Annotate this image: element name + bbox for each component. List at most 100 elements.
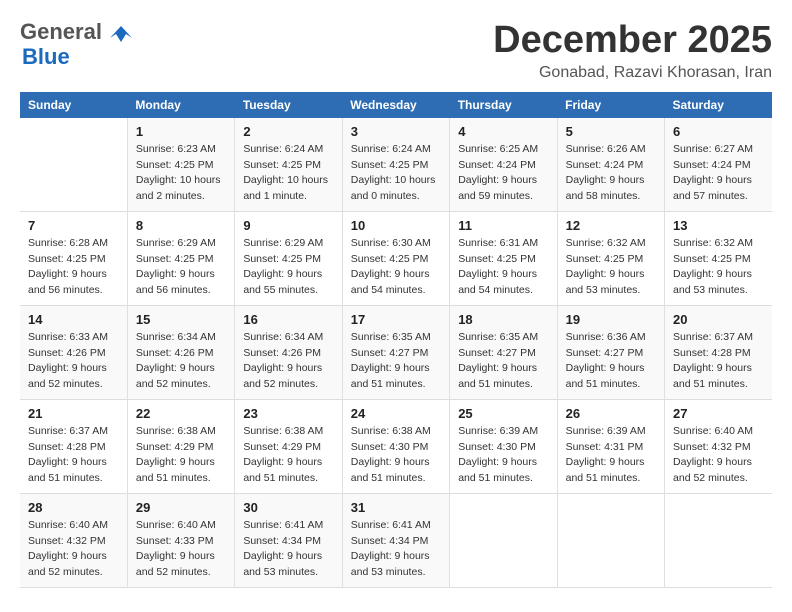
day-info: Sunrise: 6:24 AMSunset: 4:25 PMDaylight:… bbox=[351, 142, 441, 205]
day-number: 26 bbox=[566, 406, 656, 421]
day-cell: 16 Sunrise: 6:34 AMSunset: 4:26 PMDayligh… bbox=[235, 305, 342, 399]
day-cell: 13Sunrise: 6:32 AMSunset: 4:25 PMDayligh… bbox=[665, 211, 772, 305]
day-number: 22 bbox=[136, 406, 226, 421]
day-cell: 24 Sunrise: 6:38 AMSunset: 4:30 PMDayligh… bbox=[342, 399, 449, 493]
location: Gonabad, Razavi Khorasan, Iran bbox=[493, 64, 772, 82]
day-info: Sunrise: 6:34 AMSunset: 4:26 PMDaylight:… bbox=[136, 330, 226, 393]
day-number: 20 bbox=[673, 312, 764, 327]
day-cell bbox=[665, 493, 772, 587]
day-cell: 12 Sunrise: 6:32 AMSunset: 4:25 PMDayligh… bbox=[557, 211, 664, 305]
day-cell bbox=[450, 493, 557, 587]
day-info: Sunrise: 6:41 AMSunset: 4:34 PMDaylight:… bbox=[351, 518, 441, 581]
col-header-wednesday: Wednesday bbox=[342, 92, 449, 118]
logo-text: General bbox=[20, 20, 132, 44]
col-header-thursday: Thursday bbox=[450, 92, 557, 118]
day-number: 21 bbox=[28, 406, 119, 421]
day-number: 10 bbox=[351, 218, 441, 233]
logo-bird-icon bbox=[110, 24, 132, 42]
week-row-5: 28Sunrise: 6:40 AMSunset: 4:32 PMDayligh… bbox=[20, 493, 772, 587]
day-number: 5 bbox=[566, 124, 656, 139]
day-number: 28 bbox=[28, 500, 119, 515]
day-number: 29 bbox=[136, 500, 226, 515]
day-cell: 23 Sunrise: 6:38 AMSunset: 4:29 PMDayligh… bbox=[235, 399, 342, 493]
day-cell: 22 Sunrise: 6:38 AMSunset: 4:29 PMDayligh… bbox=[127, 399, 234, 493]
day-info: Sunrise: 6:37 AMSunset: 4:28 PMDaylight:… bbox=[673, 330, 764, 393]
day-info: Sunrise: 6:29 AMSunset: 4:25 PMDaylight:… bbox=[136, 236, 226, 299]
day-number: 14 bbox=[28, 312, 119, 327]
day-number: 17 bbox=[351, 312, 441, 327]
day-cell: 6Sunrise: 6:27 AMSunset: 4:24 PMDaylight… bbox=[665, 118, 772, 212]
day-info: Sunrise: 6:32 AMSunset: 4:25 PMDaylight:… bbox=[673, 236, 764, 299]
day-cell: 15Sunrise: 6:34 AMSunset: 4:26 PMDayligh… bbox=[127, 305, 234, 399]
week-row-2: 7Sunrise: 6:28 AMSunset: 4:25 PMDaylight… bbox=[20, 211, 772, 305]
day-info: Sunrise: 6:36 AMSunset: 4:27 PMDaylight:… bbox=[566, 330, 656, 393]
day-number: 18 bbox=[458, 312, 548, 327]
day-number: 23 bbox=[243, 406, 333, 421]
day-number: 24 bbox=[351, 406, 441, 421]
day-number: 12 bbox=[566, 218, 656, 233]
day-info: Sunrise: 6:32 AMSunset: 4:25 PMDaylight:… bbox=[566, 236, 656, 299]
month-title: December 2025 bbox=[493, 20, 772, 62]
day-number: 3 bbox=[351, 124, 441, 139]
day-number: 27 bbox=[673, 406, 764, 421]
day-cell: 1 Sunrise: 6:23 AMSunset: 4:25 PMDaylight… bbox=[127, 118, 234, 212]
calendar-header-row: SundayMondayTuesdayWednesdayThursdayFrid… bbox=[20, 92, 772, 118]
day-info: Sunrise: 6:40 AMSunset: 4:32 PMDaylight:… bbox=[673, 424, 764, 487]
day-info: Sunrise: 6:23 AMSunset: 4:25 PMDaylight:… bbox=[136, 142, 226, 205]
calendar-table: SundayMondayTuesdayWednesdayThursdayFrid… bbox=[20, 92, 772, 588]
day-info: Sunrise: 6:38 AMSunset: 4:29 PMDaylight:… bbox=[136, 424, 226, 487]
day-number: 16 bbox=[243, 312, 333, 327]
day-number: 9 bbox=[243, 218, 333, 233]
day-info: Sunrise: 6:35 AMSunset: 4:27 PMDaylight:… bbox=[351, 330, 441, 393]
day-number: 1 bbox=[136, 124, 226, 139]
day-number: 25 bbox=[458, 406, 548, 421]
day-number: 31 bbox=[351, 500, 441, 515]
day-cell: 18Sunrise: 6:35 AMSunset: 4:27 PMDayligh… bbox=[450, 305, 557, 399]
day-cell: 20 Sunrise: 6:37 AMSunset: 4:28 PMDayligh… bbox=[665, 305, 772, 399]
week-row-4: 21 Sunrise: 6:37 AMSunset: 4:28 PMDayligh… bbox=[20, 399, 772, 493]
day-info: Sunrise: 6:40 AMSunset: 4:33 PMDaylight:… bbox=[136, 518, 226, 581]
col-header-monday: Monday bbox=[127, 92, 234, 118]
col-header-saturday: Saturday bbox=[665, 92, 772, 118]
day-info: Sunrise: 6:37 AMSunset: 4:28 PMDaylight:… bbox=[28, 424, 119, 487]
day-number: 30 bbox=[243, 500, 333, 515]
day-cell: 19 Sunrise: 6:36 AMSunset: 4:27 PMDayligh… bbox=[557, 305, 664, 399]
logo: General Blue bbox=[20, 20, 132, 70]
day-info: Sunrise: 6:30 AMSunset: 4:25 PMDaylight:… bbox=[351, 236, 441, 299]
day-info: Sunrise: 6:34 AMSunset: 4:26 PMDaylight:… bbox=[243, 330, 333, 393]
day-number: 11 bbox=[458, 218, 548, 233]
title-section: December 2025 Gonabad, Razavi Khorasan, … bbox=[493, 20, 772, 82]
day-cell: 30 Sunrise: 6:41 AMSunset: 4:34 PMDayligh… bbox=[235, 493, 342, 587]
day-cell: 29 Sunrise: 6:40 AMSunset: 4:33 PMDayligh… bbox=[127, 493, 234, 587]
day-cell bbox=[557, 493, 664, 587]
day-number: 19 bbox=[566, 312, 656, 327]
day-number: 4 bbox=[458, 124, 548, 139]
day-info: Sunrise: 6:26 AMSunset: 4:24 PMDaylight:… bbox=[566, 142, 656, 205]
day-info: Sunrise: 6:25 AMSunset: 4:24 PMDaylight:… bbox=[458, 142, 548, 205]
day-cell: 10 Sunrise: 6:30 AMSunset: 4:25 PMDayligh… bbox=[342, 211, 449, 305]
day-info: Sunrise: 6:27 AMSunset: 4:24 PMDaylight:… bbox=[673, 142, 764, 205]
day-cell: 14 Sunrise: 6:33 AMSunset: 4:26 PMDayligh… bbox=[20, 305, 127, 399]
day-info: Sunrise: 6:38 AMSunset: 4:30 PMDaylight:… bbox=[351, 424, 441, 487]
day-cell: 28Sunrise: 6:40 AMSunset: 4:32 PMDayligh… bbox=[20, 493, 127, 587]
day-info: Sunrise: 6:38 AMSunset: 4:29 PMDaylight:… bbox=[243, 424, 333, 487]
day-number: 7 bbox=[28, 218, 119, 233]
col-header-tuesday: Tuesday bbox=[235, 92, 342, 118]
day-cell: 11Sunrise: 6:31 AMSunset: 4:25 PMDayligh… bbox=[450, 211, 557, 305]
day-info: Sunrise: 6:33 AMSunset: 4:26 PMDaylight:… bbox=[28, 330, 119, 393]
week-row-3: 14 Sunrise: 6:33 AMSunset: 4:26 PMDayligh… bbox=[20, 305, 772, 399]
day-info: Sunrise: 6:41 AMSunset: 4:34 PMDaylight:… bbox=[243, 518, 333, 581]
day-info: Sunrise: 6:39 AMSunset: 4:31 PMDaylight:… bbox=[566, 424, 656, 487]
day-cell: 8 Sunrise: 6:29 AMSunset: 4:25 PMDaylight… bbox=[127, 211, 234, 305]
day-info: Sunrise: 6:24 AMSunset: 4:25 PMDaylight:… bbox=[243, 142, 333, 205]
day-cell bbox=[20, 118, 127, 212]
day-cell: 7Sunrise: 6:28 AMSunset: 4:25 PMDaylight… bbox=[20, 211, 127, 305]
day-cell: 25 Sunrise: 6:39 AMSunset: 4:30 PMDayligh… bbox=[450, 399, 557, 493]
day-info: Sunrise: 6:39 AMSunset: 4:30 PMDaylight:… bbox=[458, 424, 548, 487]
day-cell: 17 Sunrise: 6:35 AMSunset: 4:27 PMDayligh… bbox=[342, 305, 449, 399]
day-cell: 3 Sunrise: 6:24 AMSunset: 4:25 PMDaylight… bbox=[342, 118, 449, 212]
day-cell: 21 Sunrise: 6:37 AMSunset: 4:28 PMDayligh… bbox=[20, 399, 127, 493]
page-header: General Blue December 2025 Gonabad, Raza… bbox=[20, 20, 772, 82]
day-number: 8 bbox=[136, 218, 226, 233]
col-header-friday: Friday bbox=[557, 92, 664, 118]
